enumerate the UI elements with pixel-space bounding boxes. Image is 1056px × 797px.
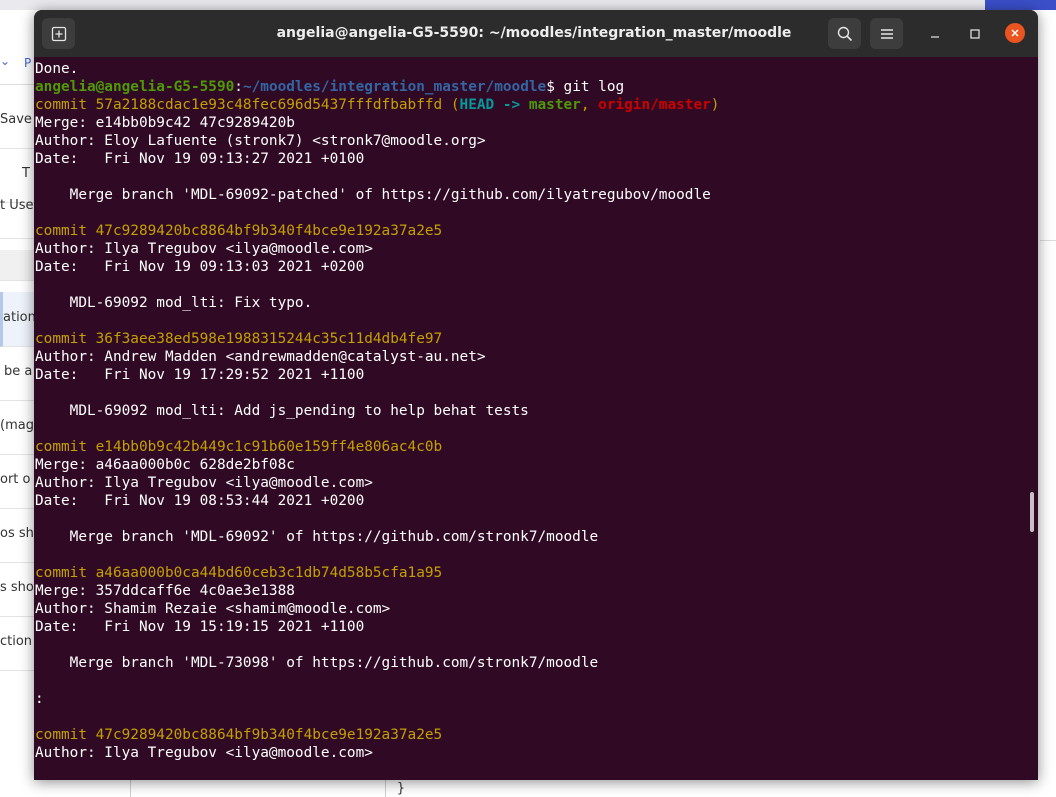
background-divider [385,780,386,797]
commit-hash: commit a46aa000b0ca44bd60ceb3c1db74d58b5… [35,565,443,581]
ref-separator: , [580,97,599,113]
date-line: Date: Fri Nov 19 09:13:03 2021 +0200 [35,259,365,275]
background-top-bar [0,0,1056,10]
commit-hash: commit 36f3aee38ed598e1988315244c35c11d4… [35,331,443,347]
author-line: Author: Ilya Tregubov <ilya@moodle.com> [35,475,373,491]
sidebar-item-label: T [22,166,30,181]
maximize-button[interactable] [965,24,985,44]
commit-line: commit 57a2188cdac1e93c48fec696d5437fffd… [35,96,1025,114]
message-line: MDL-69092 mod_lti: Add js_pending to hel… [35,403,529,419]
minimize-button[interactable] [925,24,945,44]
message-line: Merge branch 'MDL-73098' of https://gith… [35,655,599,671]
background-divider [1040,240,1056,241]
hamburger-menu-icon [880,28,893,39]
date-line: Date: Fri Nov 19 15:19:15 2021 +1100 [35,619,365,635]
prompt-path: ~/moodles/integration_master/moodle [242,79,547,95]
background-nav-link[interactable]: P [24,56,31,70]
close-button[interactable] [1005,23,1025,43]
search-icon [837,26,852,41]
message-line: MDL-69092 mod_lti: Fix typo. [35,295,313,311]
author-line: Author: Ilya Tregubov <ilya@moodle.com> [35,241,373,257]
commit-hash: commit 47c9289420bc8864bf9b340f4bce9e192… [35,223,443,239]
window-title: angelia@angelia-G5-5590: ~/moodles/integ… [276,25,792,41]
background-top-accent [985,0,1056,10]
ref-paren-close: ) [710,97,720,113]
new-tab-button[interactable] [42,18,75,49]
author-line: Author: Eloy Lafuente (stronk7) <stronk7… [35,133,486,149]
pager-prompt[interactable]: : [35,690,1025,708]
close-icon [1011,29,1019,37]
menu-button[interactable] [870,18,903,49]
background-divider [130,780,131,797]
prompt-command: $ git log [546,79,625,95]
chevron-down-icon[interactable]: ⌄ [0,54,10,68]
author-line: Author: Shamim Rezaie <shamim@moodle.com… [35,601,391,617]
date-line: Date: Fri Nov 19 17:29:52 2021 +1100 [35,367,365,383]
sidebar-item-label: t Use [0,198,34,213]
ref-master: master [528,97,581,113]
terminal-window[interactable]: angelia@angelia-G5-5590: ~/moodles/integ… [34,10,1038,780]
ref-head: HEAD -> [459,97,529,113]
commit-hash: commit 57a2188cdac1e93c48fec696d5437fffd… [35,97,443,113]
merge-line: Merge: a46aa000b0c 628de2bf08c [35,457,295,473]
search-button[interactable] [828,18,861,49]
prompt-colon: : [234,79,243,95]
author-line: Author: Andrew Madden <andrewmadden@cata… [35,349,486,365]
sidebar-item-label: (mag [0,418,34,433]
sidebar-item-label: ort o [0,472,31,487]
output-line: Done. [35,61,79,77]
message-line: Merge branch 'MDL-69092-patched' of http… [35,187,711,203]
terminal-scrollbar-thumb[interactable] [1030,492,1034,532]
date-line: Date: Fri Nov 19 09:13:27 2021 +0100 [35,151,365,167]
merge-line: Merge: e14bb0b9c42 47c9289420b [35,115,295,131]
background-right-strip [1040,84,1056,797]
maximize-icon [970,29,980,39]
message-line: Merge branch 'MDL-69092' of https://gith… [35,529,599,545]
ref-origin-master: origin/master [598,97,711,113]
ref-paren-open: ( [442,97,460,113]
minimize-icon [931,36,939,38]
terminal-titlebar[interactable]: angelia@angelia-G5-5590: ~/moodles/integ… [34,10,1038,57]
author-line: Author: Ilya Tregubov <ilya@moodle.com> [35,745,373,761]
prompt-user: angelia@angelia-G5-5590 [35,79,235,95]
commit-hash: commit 47c9289420bc8864bf9b340f4bce9e192… [35,727,443,743]
sidebar-item-label: ation [3,310,36,325]
prompt-line: angelia@angelia-G5-5590:~/moodles/integr… [35,78,1025,96]
terminal-output[interactable]: Done. angelia@angelia-G5-5590:~/moodles/… [35,60,1025,780]
new-tab-icon [51,26,66,41]
commit-hash: commit e14bb0b9c42b449c1c91b60e159ff4e80… [35,439,443,455]
sidebar-item-label: be a [4,364,33,379]
date-line: Date: Fri Nov 19 08:53:44 2021 +0200 [35,493,365,509]
background-code-brace: } [397,781,405,796]
merge-line: Merge: 357ddcaff6e 4c0ae3e1388 [35,583,295,599]
